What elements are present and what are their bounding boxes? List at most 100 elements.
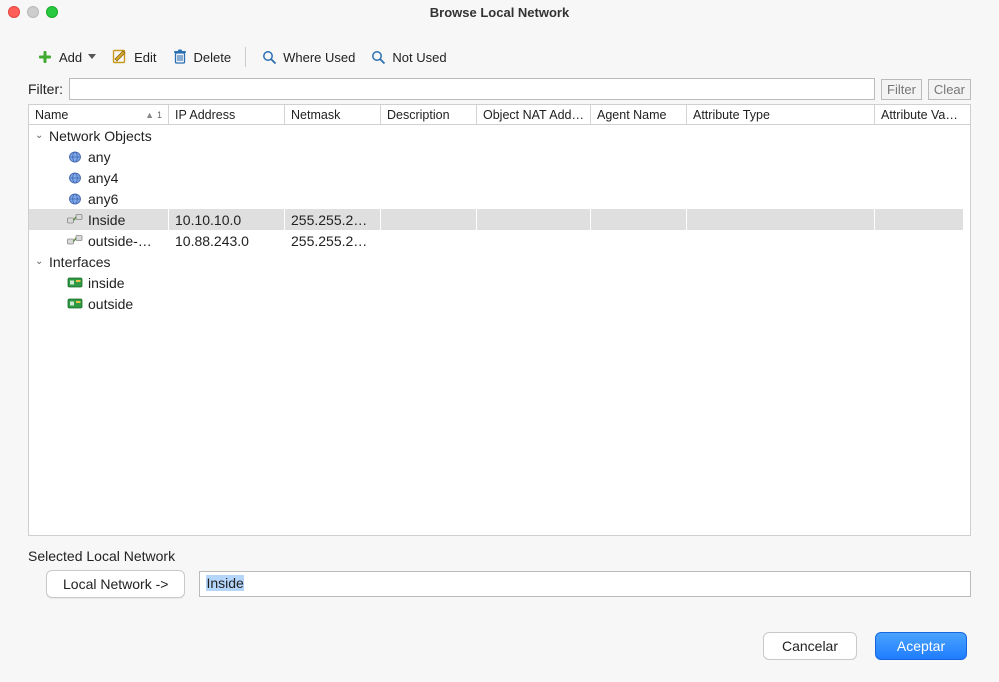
toolbar-divider xyxy=(245,47,246,67)
cell-netmask xyxy=(285,146,381,167)
cell-attr-type xyxy=(687,188,875,209)
cell-agent xyxy=(591,188,687,209)
selected-value-field[interactable]: Inside xyxy=(199,571,971,597)
table-row[interactable]: Inside 10.10.10.0255.255.2… xyxy=(29,209,970,230)
trash-icon xyxy=(171,48,189,66)
chevron-down-icon: ⌄ xyxy=(35,256,45,267)
titlebar: Browse Local Network xyxy=(0,0,999,24)
window-title: Browse Local Network xyxy=(0,5,999,20)
row-name: outside-… xyxy=(88,233,152,249)
table-header: Name ▲ 1 IP Address Netmask Description … xyxy=(29,105,970,125)
row-name: any xyxy=(88,149,111,165)
cell-ip: 10.10.10.0 xyxy=(169,209,285,230)
accept-button[interactable]: Aceptar xyxy=(875,632,967,660)
local-network-button[interactable]: Local Network -> xyxy=(46,570,185,598)
cell-attr-val xyxy=(875,188,963,209)
col-agent[interactable]: Agent Name xyxy=(591,105,687,124)
globe-icon xyxy=(67,150,83,164)
filter-row: Filter: Filter Clear xyxy=(28,78,971,100)
cell-name: any6 xyxy=(29,188,169,209)
cell-desc xyxy=(381,188,477,209)
clear-button[interactable]: Clear xyxy=(928,79,971,100)
chevron-down-icon: ⌄ xyxy=(35,130,45,141)
col-name[interactable]: Name ▲ 1 xyxy=(29,105,169,124)
filter-input[interactable] xyxy=(69,78,875,100)
host-icon xyxy=(67,213,83,227)
row-name: outside xyxy=(88,296,133,312)
delete-button[interactable]: Delete xyxy=(167,46,236,68)
row-name: any6 xyxy=(88,191,118,207)
cancel-button[interactable]: Cancelar xyxy=(763,632,857,660)
chevron-down-icon[interactable] xyxy=(87,48,97,66)
not-used-label: Not Used xyxy=(392,50,446,65)
cell-attr-type xyxy=(687,146,875,167)
edit-icon xyxy=(111,48,129,66)
table-row[interactable]: any xyxy=(29,146,970,167)
cell-netmask xyxy=(285,167,381,188)
row-name: inside xyxy=(88,275,125,291)
dialog-footer: Cancelar Aceptar xyxy=(28,598,971,660)
cell-name: outside-… xyxy=(29,230,169,251)
add-label: Add xyxy=(59,50,82,65)
network-table: Name ▲ 1 IP Address Netmask Description … xyxy=(28,104,971,536)
col-attr-val[interactable]: Attribute Va… xyxy=(875,105,963,124)
tree-group[interactable]: ⌄ Interfaces xyxy=(29,251,970,272)
search-icon xyxy=(260,48,278,66)
cell-netmask: 255.255.2… xyxy=(285,230,381,251)
globe-icon xyxy=(67,171,83,185)
cell-ip xyxy=(169,167,285,188)
cell-name: any xyxy=(29,146,169,167)
cell-attr-type xyxy=(687,167,875,188)
cell-desc xyxy=(381,167,477,188)
cell-ip xyxy=(169,146,285,167)
cell-attr-type xyxy=(687,230,875,251)
cell-attr-val xyxy=(875,167,963,188)
cell-attr-val xyxy=(875,230,963,251)
cell-agent xyxy=(591,146,687,167)
table-body: ⌄ Network Objects any any4 any6 Inside 10.10.1… xyxy=(29,125,970,314)
cell-desc xyxy=(381,230,477,251)
toolbar: Add Edit Delete Where Used xyxy=(28,40,971,78)
cell-desc xyxy=(381,209,477,230)
not-used-button[interactable]: Not Used xyxy=(365,46,450,68)
selected-row: Local Network -> Inside xyxy=(28,570,971,598)
row-name: Inside xyxy=(88,212,125,228)
group-label: Network Objects xyxy=(49,128,152,144)
table-row[interactable]: outside-…10.88.243.0255.255.2… xyxy=(29,230,970,251)
host-icon xyxy=(67,234,83,248)
table-row[interactable]: inside xyxy=(29,272,970,293)
group-label: Interfaces xyxy=(49,254,110,270)
filter-button[interactable]: Filter xyxy=(881,79,922,100)
table-row[interactable]: any4 xyxy=(29,167,970,188)
cell-nat xyxy=(477,293,591,314)
col-description[interactable]: Description xyxy=(381,105,477,124)
table-row[interactable]: any6 xyxy=(29,188,970,209)
cell-ip xyxy=(169,188,285,209)
table-row[interactable]: outside xyxy=(29,293,970,314)
cell-attr-type xyxy=(687,209,875,230)
globe-icon xyxy=(67,192,83,206)
cell-netmask xyxy=(285,293,381,314)
col-nat[interactable]: Object NAT Add… xyxy=(477,105,591,124)
nic-icon xyxy=(67,297,83,311)
cell-netmask: 255.255.2… xyxy=(285,209,381,230)
add-button[interactable]: Add xyxy=(32,46,101,68)
search-icon xyxy=(369,48,387,66)
tree-group[interactable]: ⌄ Network Objects xyxy=(29,125,970,146)
cell-attr-type xyxy=(687,293,875,314)
cell-name: outside xyxy=(29,293,169,314)
where-used-button[interactable]: Where Used xyxy=(256,46,359,68)
cell-nat xyxy=(477,209,591,230)
selected-value-text: Inside xyxy=(206,575,243,591)
cell-ip xyxy=(169,272,285,293)
col-attr-type[interactable]: Attribute Type xyxy=(687,105,875,124)
col-netmask[interactable]: Netmask xyxy=(285,105,381,124)
col-ip[interactable]: IP Address xyxy=(169,105,285,124)
plus-icon xyxy=(36,48,54,66)
filter-label: Filter: xyxy=(28,81,63,97)
selected-heading: Selected Local Network xyxy=(28,548,971,564)
edit-button[interactable]: Edit xyxy=(107,46,160,68)
cell-attr-type xyxy=(687,272,875,293)
cell-desc xyxy=(381,272,477,293)
cell-nat xyxy=(477,167,591,188)
